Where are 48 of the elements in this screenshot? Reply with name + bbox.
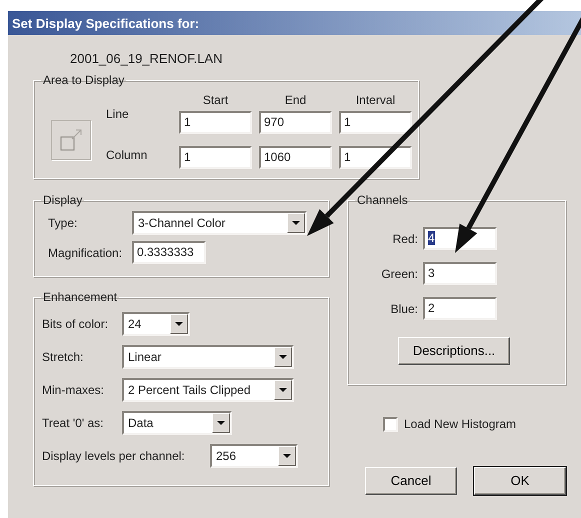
dropdown[interactable]: Linear xyxy=(122,345,294,369)
dropdown[interactable]: 2 Percent Tails Clipped xyxy=(122,378,294,402)
field-label: Green: xyxy=(380,266,418,282)
column-header: Start xyxy=(202,92,230,109)
descriptions-button[interactable]: Descriptions... xyxy=(398,337,510,365)
checkbox[interactable] xyxy=(383,416,398,432)
dialog-button[interactable]: Cancel xyxy=(365,467,457,495)
input-field[interactable]: 970 xyxy=(259,111,332,134)
window-title: Set Display Specifications for: xyxy=(8,11,581,35)
field-label: Type: xyxy=(47,215,78,232)
group-label: Channels xyxy=(356,193,409,207)
row-label: Column xyxy=(106,147,148,164)
group-label: Display xyxy=(42,193,84,207)
input-field[interactable]: 1 xyxy=(179,111,252,134)
checkbox-label: Load New Histogram xyxy=(404,416,516,433)
field-label: Blue: xyxy=(390,300,418,318)
row-label: Line xyxy=(106,106,130,123)
field-label: Magnification: xyxy=(47,244,124,262)
caret-icon xyxy=(292,221,300,225)
column-header: End xyxy=(284,92,308,109)
input-field[interactable]: 2 xyxy=(423,297,497,320)
caret-icon xyxy=(279,355,287,359)
field-label: Treat '0' as: xyxy=(42,415,104,432)
field-label: Bits of color: xyxy=(42,316,110,333)
caret-icon xyxy=(283,454,291,458)
input-field[interactable]: 1 xyxy=(339,146,412,169)
field-label: Display levels per channel: xyxy=(42,448,186,465)
field-label: Min-maxes: xyxy=(42,382,106,399)
field-label: Stretch: xyxy=(42,349,84,366)
caret-icon xyxy=(175,322,183,326)
dropdown[interactable]: 3-Channel Color xyxy=(132,211,307,235)
group-label: Area to Display xyxy=(42,73,126,87)
dropdown[interactable]: 24 xyxy=(122,312,190,336)
input-field[interactable]: 3 xyxy=(423,262,497,285)
column-header: Interval xyxy=(354,92,396,109)
dropdown[interactable]: Data xyxy=(122,411,232,435)
input-field[interactable]: 1060 xyxy=(259,146,332,169)
file-name: 2001_06_19_RENOF.LAN xyxy=(69,50,224,68)
dialog-button[interactable]: OK xyxy=(474,467,566,495)
group-label: Enhancement xyxy=(42,290,118,304)
caret-icon xyxy=(279,388,287,392)
dropdown[interactable]: 256 xyxy=(210,444,298,468)
field-label: Red: xyxy=(392,230,418,248)
input-field[interactable]: 1 xyxy=(339,111,412,134)
resize-icon xyxy=(51,120,91,160)
input-field[interactable]: 0.3333333 xyxy=(132,241,206,264)
input-field[interactable]: 1 xyxy=(179,146,252,169)
caret-icon xyxy=(217,421,225,425)
